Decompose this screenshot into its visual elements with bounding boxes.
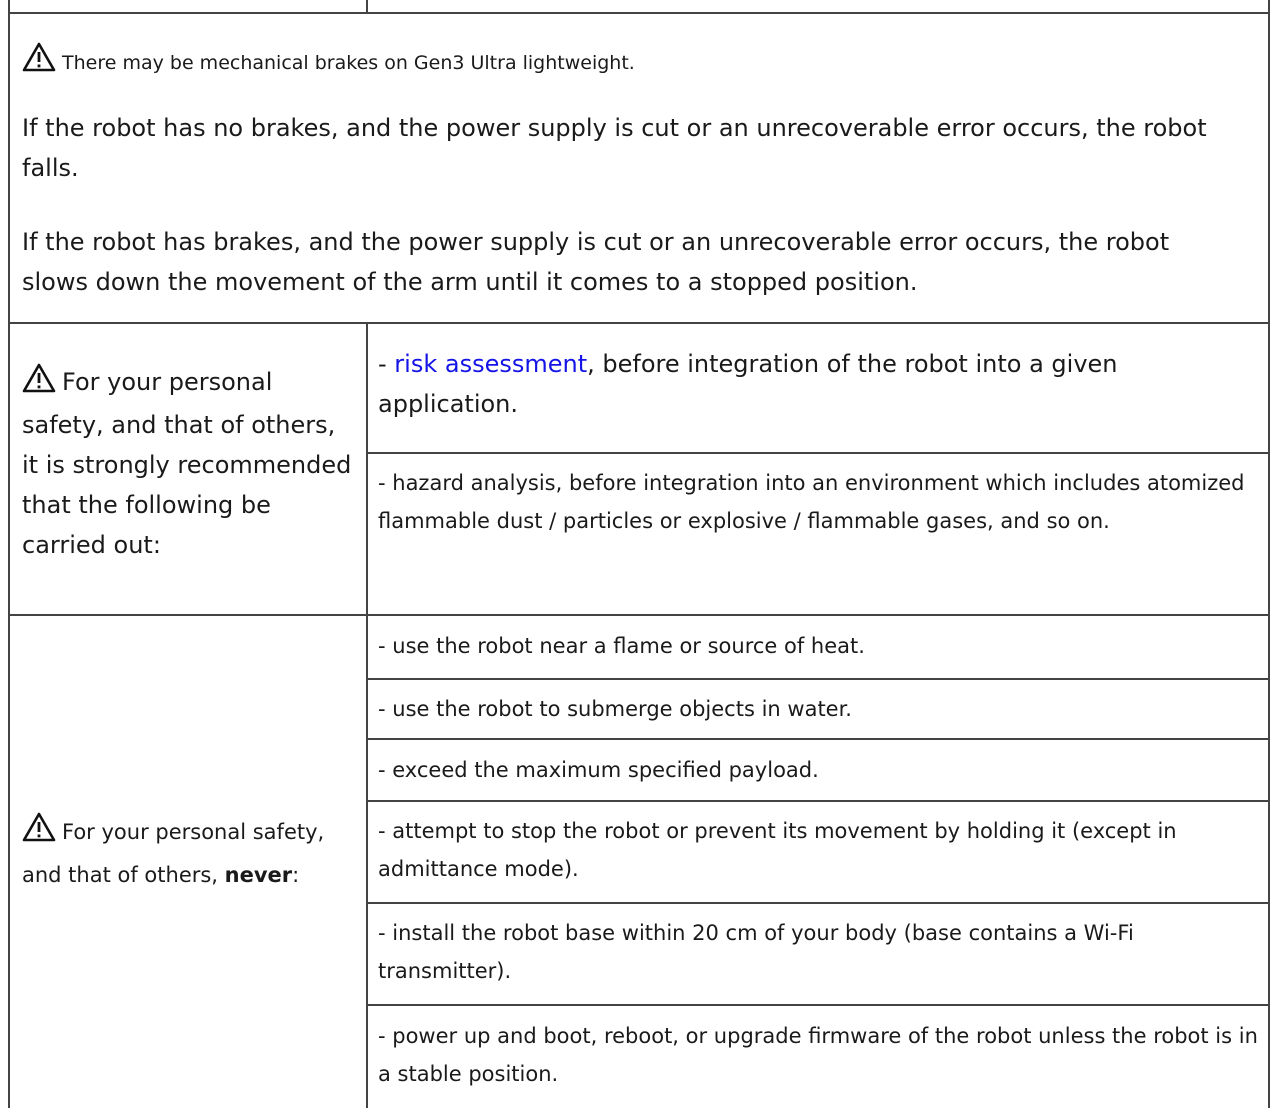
brake-note-text: There may be mechanical brakes on Gen3 U… [62,52,635,74]
recommend-item-risk: - risk assessment, before integration of… [378,344,1258,424]
never-item-water: - use the robot to submerge objects in w… [378,697,852,721]
recommend-item-hazard: - hazard analysis, before integration in… [378,471,1245,533]
row-divider [366,678,1270,680]
never-label-bold: never [224,863,293,887]
never-item-holding: - attempt to stop the robot or prevent i… [378,819,1177,881]
risk-assessment-link[interactable]: risk assessment [394,350,587,378]
column-divider [366,324,368,614]
never-label-colon: : [292,863,300,887]
column-divider [366,614,368,1108]
recommend-label-text: For your personal safety, and that of ot… [22,368,352,559]
recommend-label: For your personal safety, and that of ot… [22,362,352,565]
never-item-flame: - use the robot near a flame or source o… [378,634,865,658]
row-divider [366,738,1270,740]
never-item-base: - install the robot base within 20 cm of… [378,921,1134,983]
row-divider [366,452,1270,454]
never-item-payload: - exceed the maximum specified payload. [378,758,819,782]
warning-triangle-icon [22,812,56,855]
with-brakes-paragraph: If the robot has brakes, and the power s… [22,228,1170,296]
column-divider-stub [366,0,368,12]
never-label: For your personal safety, and that of ot… [22,812,352,895]
no-brakes-paragraph: If the robot has no brakes, and the powe… [22,114,1207,182]
never-item-power: - power up and boot, reboot, or upgrade … [378,1024,1258,1086]
section-divider [8,614,1270,616]
brake-note: There may be mechanical brakes on Gen3 U… [22,42,635,77]
warning-triangle-icon [22,363,56,405]
row-divider [366,902,1270,904]
row-divider [366,800,1270,802]
list-dash: - [378,350,395,378]
warning-triangle-icon [22,42,56,77]
row-divider [366,1004,1270,1006]
